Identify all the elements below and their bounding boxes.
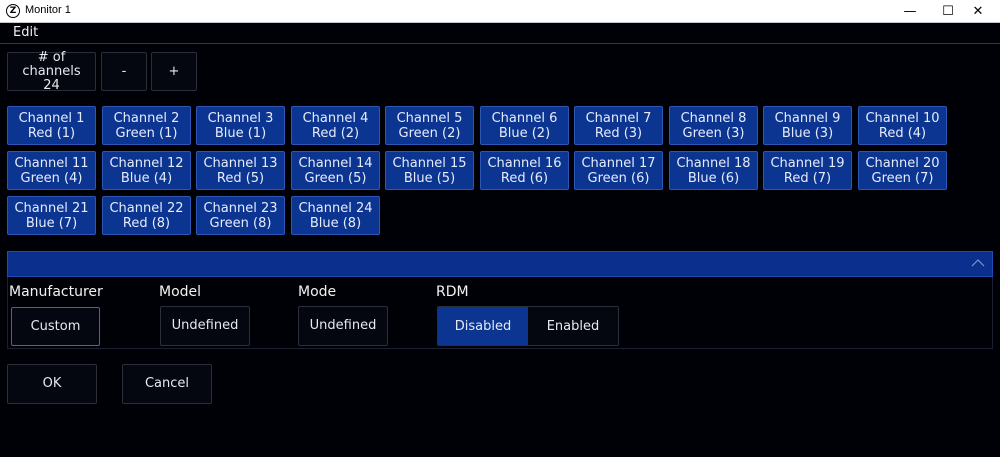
channel-name: Channel 14	[298, 156, 373, 171]
manufacturer-select[interactable]: Custom	[11, 307, 100, 346]
channel-button[interactable]: Channel 3 Blue (1)	[196, 106, 285, 145]
chevron-up-icon[interactable]	[970, 256, 986, 270]
increment-channels-button[interactable]: +	[151, 52, 197, 91]
channel-color: Green (6)	[587, 171, 650, 186]
channel-button[interactable]: Channel 19 Red (7)	[763, 151, 852, 190]
channel-button[interactable]: Channel 4 Red (2)	[291, 106, 380, 145]
channel-button[interactable]: Channel 23 Green (8)	[196, 196, 285, 235]
channel-name: Channel 12	[109, 156, 184, 171]
channel-name: Channel 5	[396, 111, 463, 126]
properties-panel-header[interactable]	[7, 251, 993, 277]
channel-color: Green (2)	[398, 126, 461, 141]
channel-name: Channel 24	[298, 201, 373, 216]
channel-color: Blue (7)	[25, 216, 78, 231]
channel-button[interactable]: Channel 14 Green (5)	[291, 151, 380, 190]
channel-button[interactable]: Channel 18 Blue (6)	[669, 151, 758, 190]
channel-color: Blue (2)	[498, 126, 551, 141]
channel-color: Red (7)	[783, 171, 832, 186]
window-titlebar: Z Monitor 1 — ☐ ✕	[0, 0, 1000, 23]
mode-label: Mode	[298, 284, 337, 300]
channel-color: Green (1)	[115, 126, 178, 141]
menu-edit[interactable]: Edit	[13, 25, 38, 40]
channel-button[interactable]: Channel 1 Red (1)	[7, 106, 96, 145]
channel-color: Red (3)	[594, 126, 643, 141]
channel-color: Red (4)	[878, 126, 927, 141]
rdm-label: RDM	[436, 284, 469, 300]
manufacturer-label: Manufacturer	[9, 284, 103, 300]
close-button[interactable]: ✕	[955, 0, 1000, 23]
channel-color: Red (8)	[122, 216, 171, 231]
rdm-enabled-option[interactable]: Enabled	[528, 307, 618, 345]
cancel-button[interactable]: Cancel	[122, 364, 212, 404]
channel-name: Channel 19	[770, 156, 845, 171]
window-title: Monitor 1	[25, 4, 71, 16]
channel-button[interactable]: Channel 22 Red (8)	[102, 196, 191, 235]
channel-button[interactable]: Channel 10 Red (4)	[858, 106, 947, 145]
channel-button[interactable]: Channel 8 Green (3)	[669, 106, 758, 145]
channel-color: Red (1)	[27, 126, 76, 141]
channel-color: Blue (4)	[120, 171, 173, 186]
channel-name: Channel 18	[676, 156, 751, 171]
ok-button[interactable]: OK	[7, 364, 97, 404]
rdm-toggle: Disabled Enabled	[437, 306, 619, 346]
channel-color: Red (5)	[216, 171, 265, 186]
channel-color: Red (2)	[311, 126, 360, 141]
channel-color: Green (5)	[304, 171, 367, 186]
model-select[interactable]: Undefined	[160, 306, 250, 346]
channel-count-value: 24	[43, 77, 60, 93]
channel-name: Channel 6	[491, 111, 558, 126]
channel-button[interactable]: Channel 17 Green (6)	[574, 151, 663, 190]
channel-button[interactable]: Channel 12 Blue (4)	[102, 151, 191, 190]
channel-color: Green (7)	[871, 171, 934, 186]
channel-button[interactable]: Channel 15 Blue (5)	[385, 151, 474, 190]
channel-name: Channel 1	[18, 111, 85, 126]
channel-name: Channel 7	[585, 111, 652, 126]
channel-name: Channel 13	[203, 156, 278, 171]
channel-button[interactable]: Channel 13 Red (5)	[196, 151, 285, 190]
channel-name: Channel 3	[207, 111, 274, 126]
channel-color: Red (6)	[500, 171, 549, 186]
channel-button[interactable]: Channel 16 Red (6)	[480, 151, 569, 190]
channel-color: Green (4)	[20, 171, 83, 186]
model-label: Model	[159, 284, 202, 300]
channel-color: Blue (6)	[687, 171, 740, 186]
channel-button[interactable]: Channel 5 Green (2)	[385, 106, 474, 145]
channel-name: Channel 17	[581, 156, 656, 171]
channel-name: Channel 10	[865, 111, 940, 126]
app-logo-icon: Z	[6, 4, 20, 18]
channel-button[interactable]: Channel 2 Green (1)	[102, 106, 191, 145]
channel-name: Channel 9	[774, 111, 841, 126]
channel-name: Channel 11	[14, 156, 89, 171]
channel-name: Channel 2	[113, 111, 180, 126]
channel-name: Channel 21	[14, 201, 89, 216]
channel-button[interactable]: Channel 24 Blue (8)	[291, 196, 380, 235]
channel-color: Blue (5)	[403, 171, 456, 186]
channel-color: Blue (1)	[214, 126, 267, 141]
channel-name: Channel 16	[487, 156, 562, 171]
channel-button[interactable]: Channel 9 Blue (3)	[763, 106, 852, 145]
channel-color: Green (3)	[682, 126, 745, 141]
channel-name: Channel 15	[392, 156, 467, 171]
channel-name: Channel 20	[865, 156, 940, 171]
channel-color: Green (8)	[209, 216, 272, 231]
decrement-channels-button[interactable]: -	[101, 52, 147, 91]
channel-name: Channel 4	[302, 111, 369, 126]
channel-button[interactable]: Channel 7 Red (3)	[574, 106, 663, 145]
channel-button[interactable]: Channel 20 Green (7)	[858, 151, 947, 190]
rdm-disabled-option[interactable]: Disabled	[438, 307, 528, 345]
channel-count-label: # of channels	[22, 49, 81, 79]
channel-button[interactable]: Channel 21 Blue (7)	[7, 196, 96, 235]
mode-select[interactable]: Undefined	[298, 306, 388, 346]
channel-color: Blue (8)	[309, 216, 362, 231]
channel-color: Blue (3)	[781, 126, 834, 141]
channel-name: Channel 8	[680, 111, 747, 126]
channel-count-display[interactable]: # of channels 24	[7, 49, 96, 93]
channel-button[interactable]: Channel 6 Blue (2)	[480, 106, 569, 145]
channel-button[interactable]: Channel 11 Green (4)	[7, 151, 96, 190]
channel-name: Channel 22	[109, 201, 184, 216]
menu-bar: Edit	[0, 24, 1000, 44]
channel-name: Channel 23	[203, 201, 278, 216]
